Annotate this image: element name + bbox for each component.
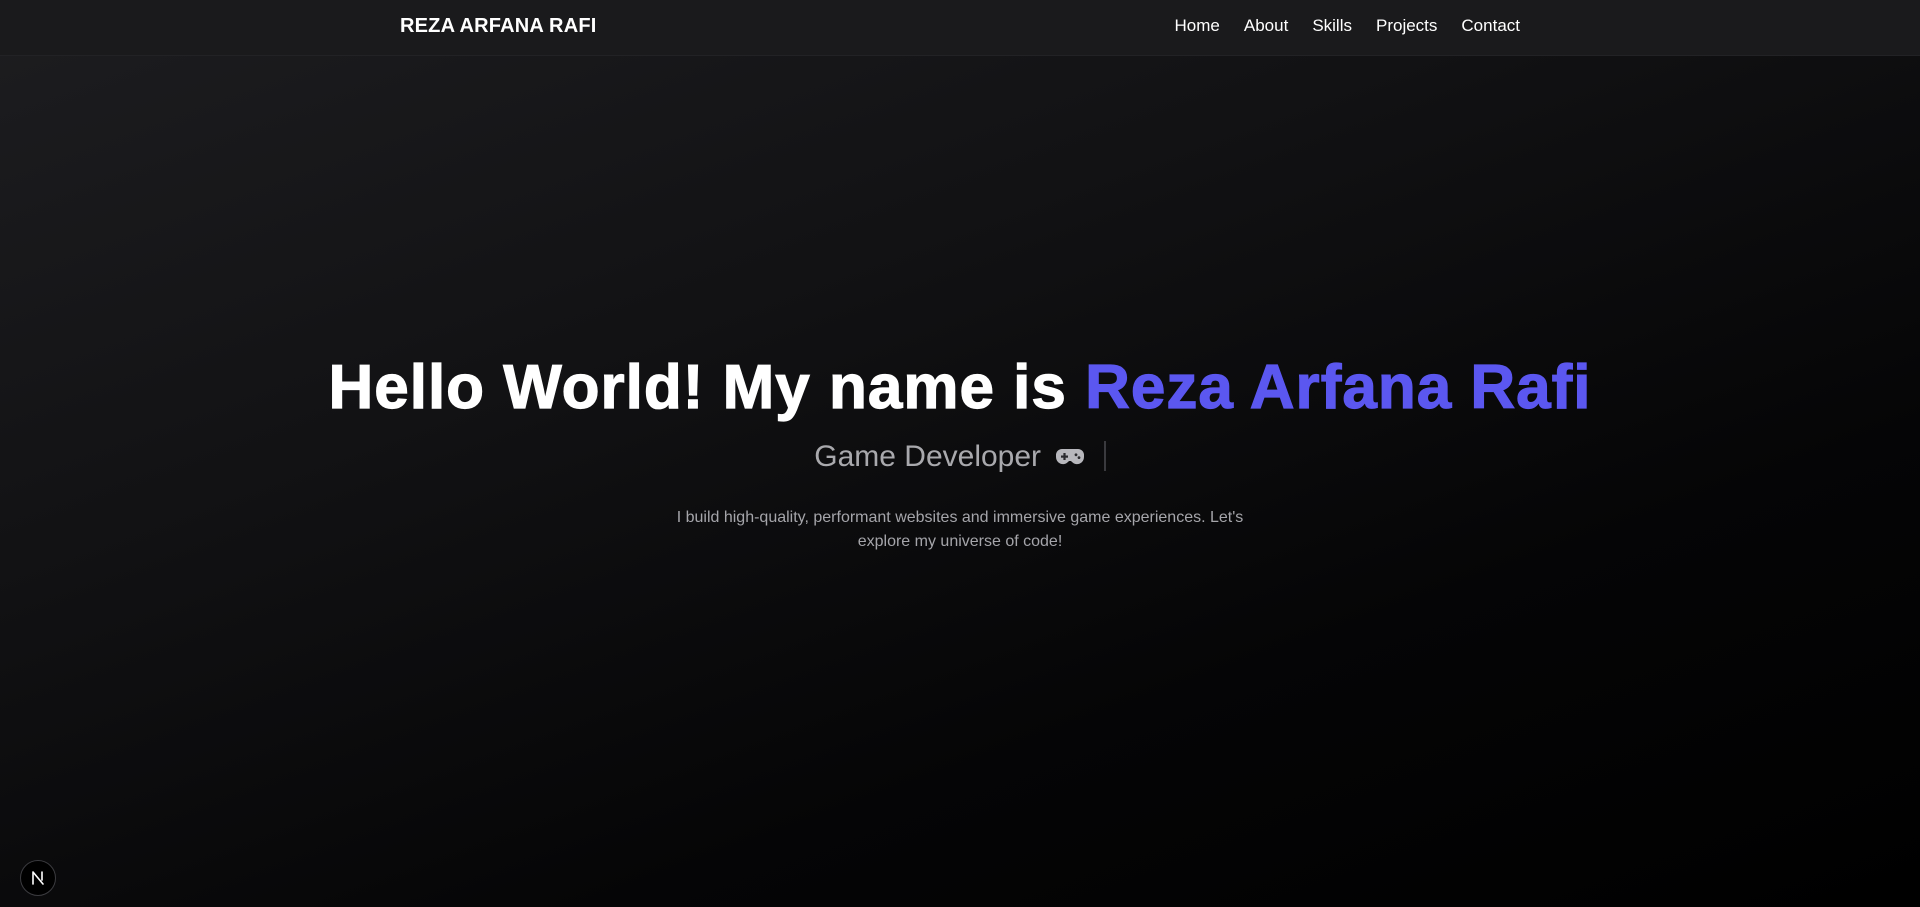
hero-section: Hello World! My name is Reza Arfana Rafi… [0, 0, 1920, 907]
nav-projects-link[interactable]: Projects [1376, 16, 1437, 36]
nav-home-link[interactable]: Home [1175, 16, 1220, 36]
typing-cursor [1103, 441, 1106, 471]
hero-name: Reza Arfana Rafi [1085, 352, 1592, 422]
top-navbar: REZA ARFANA RAFI Home About Skills Proje… [0, 0, 1920, 56]
hero-heading: Hello World! My name is Reza Arfana Rafi [0, 350, 1920, 426]
brand-logo[interactable]: REZA ARFANA RAFI [400, 0, 597, 52]
nextjs-logo-icon [32, 871, 44, 885]
nav-skills-link[interactable]: Skills [1312, 16, 1352, 36]
hero-greeting: Hello World! My name is [328, 352, 1086, 422]
nav-contact-link[interactable]: Contact [1461, 16, 1520, 36]
hero-description: I build high-quality, performant website… [676, 509, 1244, 550]
nav-about-link[interactable]: About [1244, 16, 1288, 36]
nextjs-dev-badge[interactable] [20, 860, 56, 896]
role-typewriter: Game Developer [0, 436, 1920, 478]
main-nav: Home About Skills Projects Contact [1175, 0, 1520, 52]
role-text: Game Developer [814, 440, 1042, 473]
gamepad-icon [1056, 449, 1085, 465]
